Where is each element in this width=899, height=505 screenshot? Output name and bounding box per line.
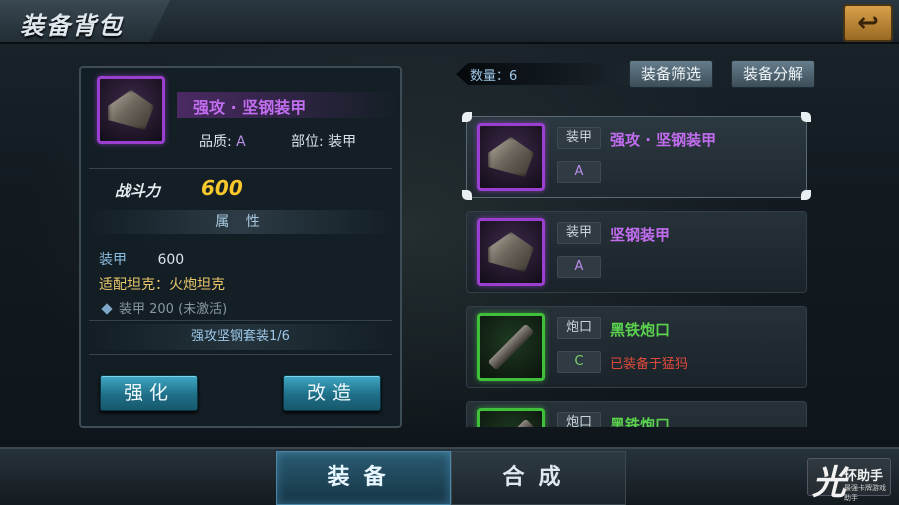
tank-fit-text: 适配坦克：火炮坦克 [99, 277, 225, 293]
quality-value: A [236, 134, 246, 150]
selection-corner [462, 190, 472, 200]
selection-corner [801, 112, 811, 122]
item-name: 坚钢装甲 [610, 226, 671, 244]
tab-synthesis[interactable]: 合成 [451, 451, 626, 505]
quality-tag: A [557, 161, 601, 183]
quantity-text: 数量：6 [470, 69, 518, 84]
power-value: 600 [201, 176, 243, 200]
cannon-icon [487, 323, 535, 371]
set-bonus: 强攻坚钢套装1/6 [89, 324, 392, 350]
page-title: 装备背包 [20, 12, 124, 40]
quality-tag: A [557, 256, 601, 278]
inactive-attribute-text: 装甲 200 (未激活) [119, 302, 228, 317]
quality-label: 品质: [199, 134, 232, 150]
attribute-key: 装甲 [99, 252, 127, 268]
inactive-attribute: 装甲 200 (未激活) [101, 298, 228, 317]
modify-button[interactable]: 改造 [283, 375, 381, 411]
armor-icon [488, 232, 534, 272]
cannon-icon-slot [477, 313, 545, 381]
quality-tag: C [557, 351, 601, 373]
part-field: 部位: 装甲 [291, 131, 356, 151]
cannon-icon-slot [477, 408, 545, 427]
cannon-icon [487, 418, 535, 427]
armor-icon-slot [477, 123, 545, 191]
filter-button[interactable]: 装备筛选 [629, 60, 713, 88]
equipped-status: 已装备于猛犸 [610, 357, 689, 372]
part-label: 部位: [291, 134, 324, 150]
item-name: 强攻 · 坚钢装甲 [610, 131, 717, 149]
back-button[interactable]: ↩ [843, 4, 893, 42]
equipment-list[interactable]: 装甲 A 强攻 · 坚钢装甲 装甲 A 坚钢装甲 炮口 C 黑铁炮口 已装备于猛… [462, 110, 811, 427]
watermark-text: 环助手 [844, 469, 884, 484]
armor-icon [108, 90, 154, 130]
list-item[interactable]: 装甲 A 坚钢装甲 [466, 211, 807, 293]
title-bar: 装备背包 ↩ [0, 0, 899, 44]
item-name: 黑铁炮口 [610, 321, 671, 339]
armor-icon [488, 137, 534, 177]
equipment-name: 强攻 · 坚钢装甲 [193, 98, 307, 117]
divider [89, 354, 392, 355]
tab-equipment[interactable]: 装备 [276, 451, 451, 505]
type-tag: 装甲 [557, 222, 601, 244]
equipment-icon-slot [97, 76, 165, 144]
attribute-value: 600 [157, 252, 185, 268]
decompose-button[interactable]: 装备分解 [731, 60, 815, 88]
quality-field: 品质: A [199, 131, 246, 151]
selection-corner [462, 112, 472, 122]
diamond-icon [101, 303, 113, 315]
watermark-glyph: 光 [812, 463, 846, 503]
type-tag: 炮口 [557, 317, 601, 339]
attribute-armor: 装甲 600 [99, 249, 184, 269]
power-label: 战斗力 [115, 182, 161, 200]
return-arrow-icon: ↩ [857, 8, 879, 38]
divider [89, 168, 392, 169]
divider [89, 320, 392, 321]
type-tag: 炮口 [557, 412, 601, 427]
strengthen-button[interactable]: 强化 [100, 375, 198, 411]
item-name: 黑铁炮口 [610, 416, 671, 427]
attributes-header: 属 性 [89, 210, 392, 234]
watermark-logo: 光 环助手 最强卡牌游戏助手 [807, 458, 891, 503]
watermark-subtext: 最强卡牌游戏助手 [844, 484, 886, 502]
selection-corner [801, 190, 811, 200]
list-item[interactable]: 炮口 黑铁炮口 [466, 401, 807, 427]
armor-icon-slot [477, 218, 545, 286]
list-item[interactable]: 装甲 A 强攻 · 坚钢装甲 [466, 116, 807, 198]
list-item[interactable]: 炮口 C 黑铁炮口 已装备于猛犸 [466, 306, 807, 388]
type-tag: 装甲 [557, 127, 601, 149]
equipment-detail-panel: 强攻 · 坚钢装甲 品质: A 部位: 装甲 战斗力 600 属 性 装甲 60… [79, 66, 402, 428]
part-value: 装甲 [328, 134, 357, 150]
